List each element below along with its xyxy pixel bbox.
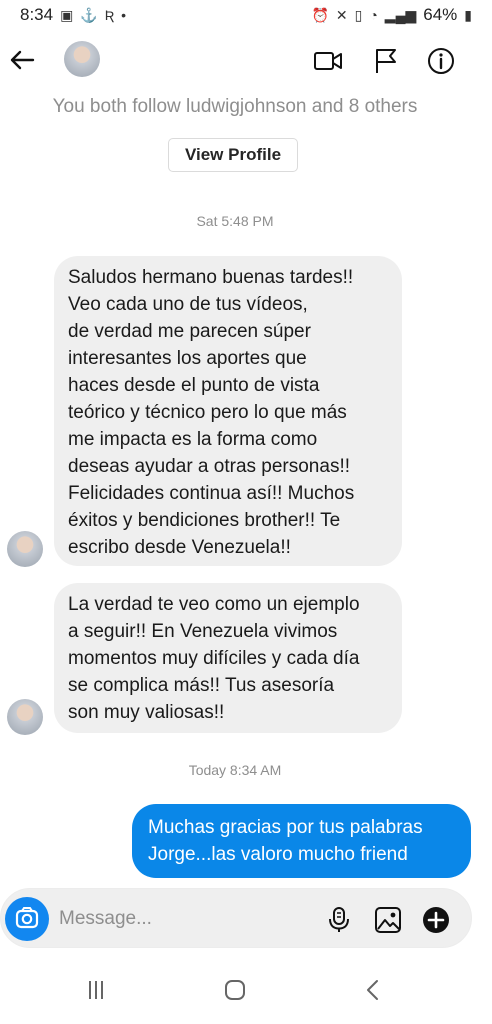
- timestamp: Today 8:34 AM: [188, 762, 282, 778]
- outgoing-message[interactable]: Muchas gracias por tus palabras Jorge...…: [132, 804, 471, 878]
- battery-icon: ▮: [464, 6, 472, 23]
- avatar[interactable]: [64, 41, 100, 77]
- back-icon[interactable]: [358, 975, 388, 1005]
- camera-button[interactable]: [5, 897, 49, 941]
- gallery-icon[interactable]: [373, 905, 403, 935]
- r-app-icon: Ʀ: [104, 7, 115, 23]
- status-left: 8:34 ▣ ⚓ Ʀ •: [20, 5, 126, 25]
- dot-icon: •: [121, 7, 127, 23]
- view-profile-button[interactable]: View Profile: [168, 138, 298, 172]
- timestamp: Sat 5:48 PM: [196, 213, 274, 229]
- back-arrow-icon[interactable]: [6, 44, 38, 76]
- message-composer: [0, 888, 472, 948]
- home-icon[interactable]: [220, 975, 250, 1005]
- signal-icon: ▂▄▆: [384, 6, 417, 23]
- usb-icon: ⚓: [80, 6, 98, 23]
- mute-icon: ✕: [335, 6, 348, 23]
- microphone-icon[interactable]: [324, 905, 354, 935]
- alarm-icon: ⏰: [311, 6, 329, 23]
- wifi-icon: ◔: [369, 7, 378, 23]
- info-icon[interactable]: [426, 46, 456, 76]
- flag-icon[interactable]: [371, 46, 401, 76]
- system-navigation-bar: [0, 960, 492, 1020]
- status-bar: 8:34 ▣ ⚓ Ʀ • ⏰ ✕ ▯ ◔ ▂▄▆ 64% ▮: [0, 0, 492, 30]
- sender-avatar[interactable]: [7, 699, 43, 735]
- status-right: ⏰ ✕ ▯ ◔ ▂▄▆ 64% ▮: [311, 5, 472, 25]
- vibrate-icon: ▯: [354, 6, 363, 23]
- recent-apps-icon[interactable]: [81, 975, 111, 1005]
- chat-header: [0, 36, 492, 88]
- video-call-icon[interactable]: [313, 46, 343, 76]
- incoming-message[interactable]: Saludos hermano buenas tardes!! Veo cada…: [54, 256, 402, 566]
- gallery-notification-icon: ▣: [60, 6, 74, 23]
- camera-icon: [15, 907, 39, 929]
- message-input[interactable]: [59, 901, 309, 937]
- plus-icon[interactable]: [421, 905, 451, 935]
- sender-avatar[interactable]: [7, 531, 43, 567]
- mutual-followers-text: You both follow ludwigjohnson and 8 othe…: [52, 96, 418, 117]
- battery-percent: 64%: [423, 5, 458, 24]
- incoming-message[interactable]: La verdad te veo como un ejemplo a segui…: [54, 583, 402, 733]
- status-time: 8:34: [20, 5, 54, 24]
